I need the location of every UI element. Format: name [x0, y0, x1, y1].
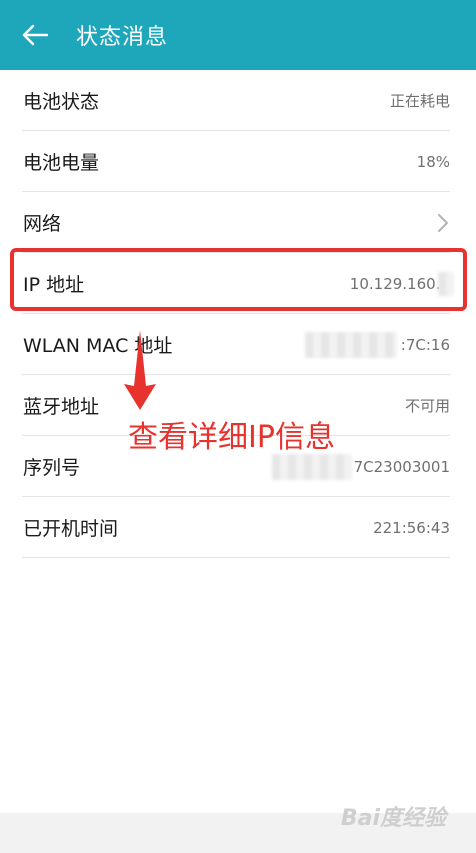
annotation-arrow-icon	[124, 330, 156, 410]
list-item-uptime: 已开机时间 221:56:43	[0, 497, 476, 558]
item-label: 蓝牙地址	[23, 396, 100, 418]
item-value: 7C23003001	[271, 453, 450, 480]
annotation-highlight-box	[10, 248, 467, 311]
list-item-battery-level: 电池电量 18%	[0, 131, 476, 192]
mac-address-value: :7C:16	[400, 335, 450, 354]
item-value: 不可用	[404, 397, 450, 415]
item-label: 电池电量	[23, 152, 100, 174]
watermark: Bai度经验	[340, 806, 446, 831]
chevron-right-icon	[438, 213, 448, 232]
list-item-battery-status: 电池状态 正在耗电	[0, 70, 476, 131]
item-label: 网络	[23, 213, 62, 235]
redaction-blur	[271, 453, 352, 480]
status-list: 电池状态 正在耗电 电池电量 18% 网络 IP 地址 10.129.160.1…	[0, 70, 476, 558]
annotation-label: 查看详细IP信息	[128, 420, 335, 455]
redaction-blur	[304, 331, 397, 358]
item-value: 221:56:43	[373, 518, 450, 537]
list-item-wlan-mac: WLAN MAC 地址 :7C:16	[0, 314, 476, 375]
page-title: 状态消息	[76, 25, 169, 50]
item-label: 电池状态	[23, 91, 100, 113]
item-value: 18%	[416, 152, 450, 171]
arrow-left-icon	[22, 24, 48, 46]
item-value: :7C:16	[304, 331, 450, 358]
app-header: 状态消息	[0, 0, 476, 70]
back-button[interactable]	[0, 0, 70, 70]
item-value: 正在耗电	[389, 92, 450, 110]
item-label: 序列号	[23, 457, 81, 479]
item-label: 已开机时间	[23, 518, 119, 540]
list-item-network[interactable]: 网络	[0, 192, 476, 253]
serial-number-value: 7C23003001	[353, 457, 450, 476]
